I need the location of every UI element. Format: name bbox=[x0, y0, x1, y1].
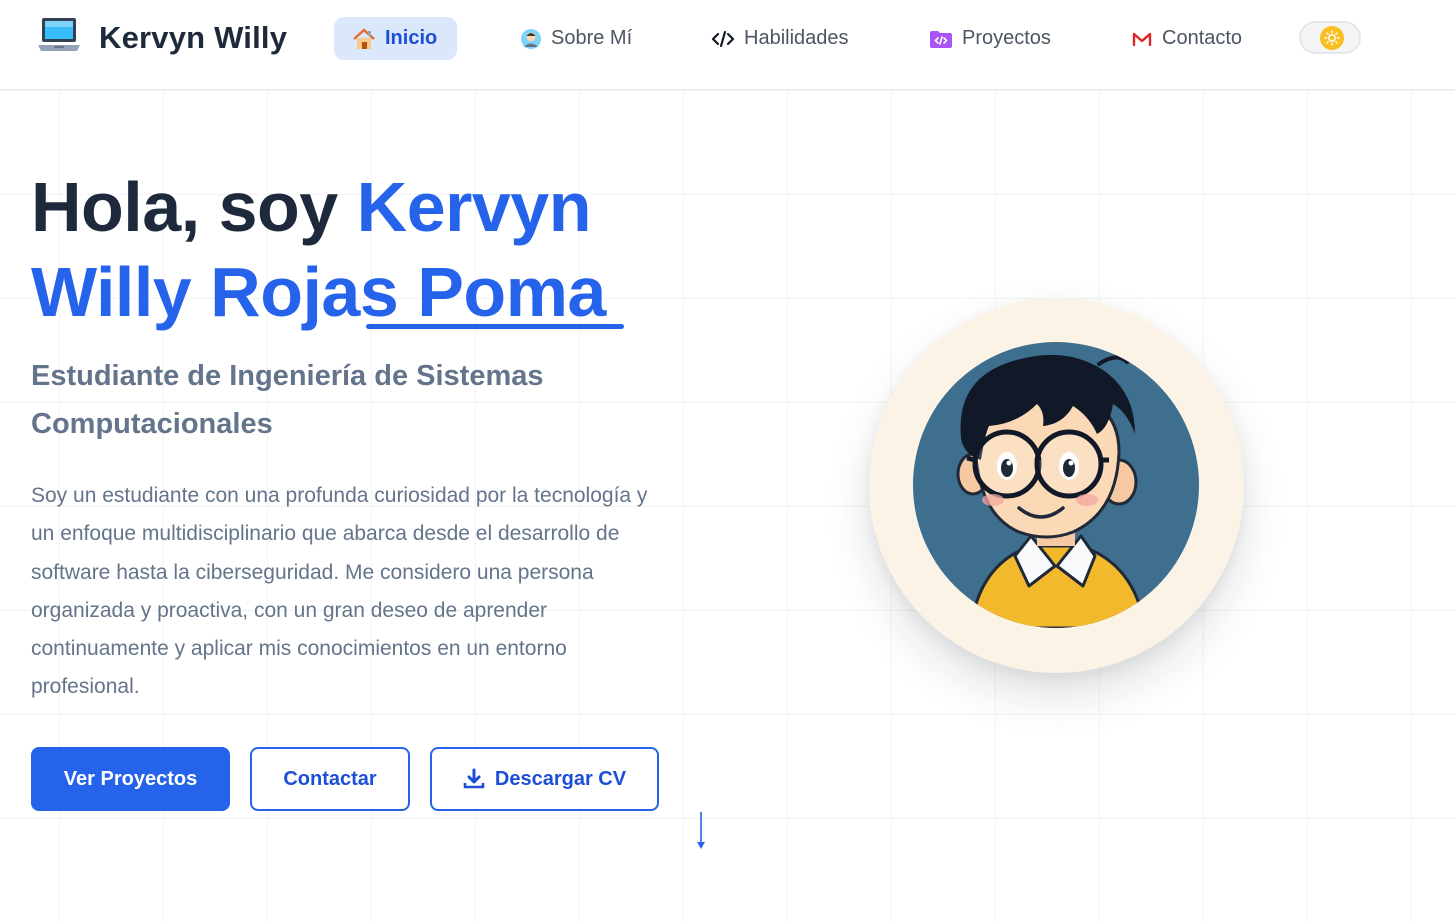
nav-sobre-mi-label: Sobre Mí bbox=[551, 27, 633, 49]
nav-proyectos[interactable]: Proyectos bbox=[929, 17, 1051, 60]
title-underline bbox=[366, 324, 624, 329]
nav-sobre-mi[interactable]: Sobre Mí bbox=[520, 17, 632, 60]
nav-contacto[interactable]: Contacto bbox=[1131, 17, 1242, 60]
contact-button[interactable]: Contactar bbox=[250, 747, 410, 811]
mail-icon bbox=[1131, 30, 1153, 48]
view-projects-label: Ver Proyectos bbox=[63, 767, 198, 790]
download-cv-label: Descargar CV bbox=[494, 767, 627, 790]
nav-habilidades[interactable]: Habilidades bbox=[711, 17, 849, 60]
theme-toggle[interactable] bbox=[1299, 21, 1361, 54]
hero-subtitle: Estudiante de Ingeniería de Sistemas Com… bbox=[31, 360, 544, 440]
house-icon bbox=[352, 28, 376, 50]
hero-description: Soy un estudiante con una profunda curio… bbox=[31, 484, 648, 699]
nav-habilidades-label: Habilidades bbox=[744, 27, 849, 49]
view-projects-button[interactable]: Ver Proyectos bbox=[31, 747, 230, 811]
navbar: Kervyn Willy Inicio Sobre Mí Habilidades… bbox=[0, 0, 1455, 90]
contact-label: Contactar bbox=[283, 767, 377, 790]
code-icon bbox=[711, 29, 735, 49]
nav-contacto-label: Contacto bbox=[1162, 27, 1243, 49]
download-cv-button[interactable]: Descargar CV bbox=[430, 747, 659, 811]
brand-name[interactable]: Kervyn Willy bbox=[99, 20, 287, 56]
hero-title: Hola, soy Kervyn Willy Rojas Poma bbox=[31, 165, 681, 335]
scroll-down-arrow-icon[interactable] bbox=[694, 811, 708, 851]
download-icon bbox=[463, 768, 485, 790]
folder-code-icon bbox=[929, 29, 953, 49]
sun-icon bbox=[1320, 26, 1344, 50]
brand-logo[interactable] bbox=[37, 17, 81, 59]
laptop-icon bbox=[37, 16, 81, 61]
hero-greeting: Hola, soy bbox=[31, 168, 357, 246]
person-icon bbox=[520, 28, 542, 50]
hero-name-first: Kervyn bbox=[356, 168, 592, 246]
nav-proyectos-label: Proyectos bbox=[962, 27, 1051, 49]
hero-name-rest: Willy Rojas Poma bbox=[31, 253, 606, 331]
nav-inicio[interactable]: Inicio bbox=[334, 17, 458, 60]
avatar bbox=[913, 342, 1199, 628]
nav-inicio-label: Inicio bbox=[385, 27, 438, 49]
